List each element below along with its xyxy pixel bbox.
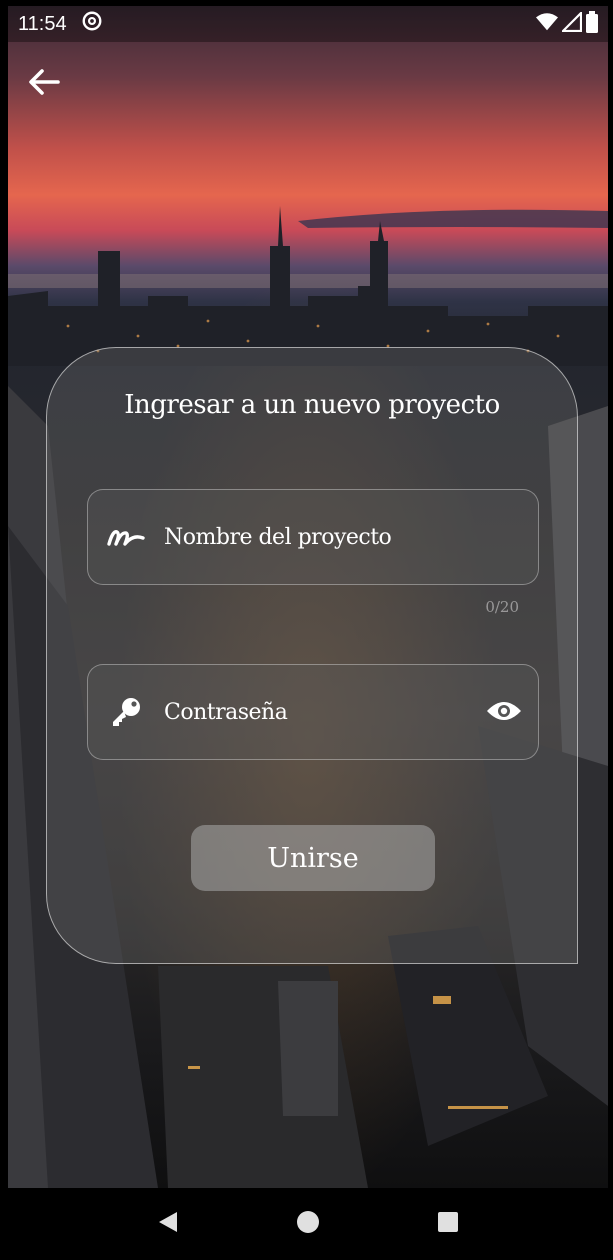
- key-icon: [106, 692, 146, 732]
- eye-icon: [486, 699, 522, 727]
- card-title: Ingresar a un nuevo proyecto: [124, 390, 500, 420]
- battery-icon: [586, 11, 598, 37]
- nav-recents-button[interactable]: [428, 1204, 468, 1244]
- nav-back-button[interactable]: [148, 1204, 188, 1244]
- signature-icon: [106, 517, 146, 557]
- home-circle-icon: [296, 1210, 320, 1238]
- password-placeholder: Contraseña: [164, 699, 288, 725]
- join-button[interactable]: Unirse: [191, 825, 435, 891]
- back-button[interactable]: [26, 64, 62, 100]
- join-project-card: Ingresar a un nuevo proyecto Nombre del …: [46, 347, 578, 964]
- toggle-password-visibility-button[interactable]: [484, 693, 524, 733]
- status-bar: 11:54: [8, 6, 608, 42]
- status-left: 11:54: [18, 10, 103, 38]
- screen: 11:54 Ingresar a un nuevo proyecto Nombr…: [0, 0, 613, 1260]
- project-name-field[interactable]: Nombre del proyecto: [87, 489, 539, 585]
- navigation-bar: [8, 1188, 608, 1260]
- recents-square-icon: [437, 1211, 459, 1237]
- at-sign-icon: [81, 10, 103, 38]
- project-name-placeholder: Nombre del proyecto: [164, 524, 392, 550]
- clock: 11:54: [18, 12, 67, 35]
- password-field[interactable]: Contraseña: [87, 664, 539, 760]
- character-counter: 0/20: [485, 598, 519, 616]
- signal-icon: [560, 10, 583, 36]
- back-triangle-icon: [157, 1210, 179, 1238]
- wifi-icon: [536, 12, 558, 36]
- nav-home-button[interactable]: [288, 1204, 328, 1244]
- status-right: [536, 10, 598, 37]
- arrow-left-icon: [26, 69, 62, 104]
